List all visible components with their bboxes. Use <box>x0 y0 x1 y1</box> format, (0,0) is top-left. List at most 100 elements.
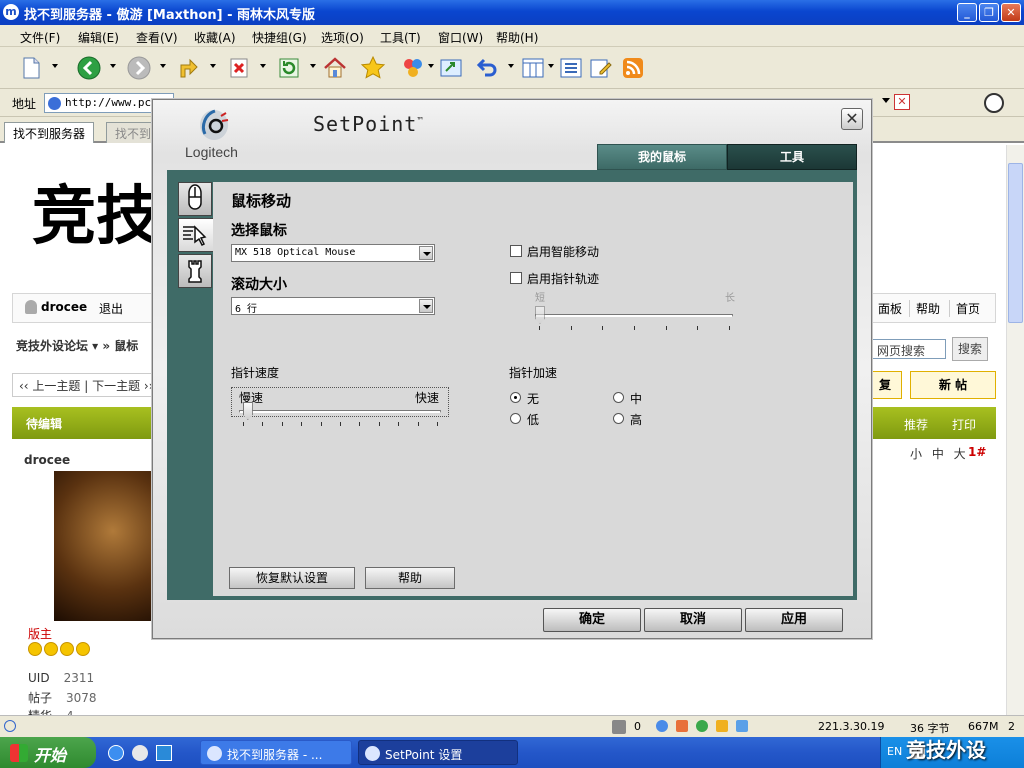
pointer-trail-checkbox[interactable] <box>510 272 522 284</box>
restore-default-button[interactable]: 恢复默认设置 <box>229 567 355 589</box>
help-button[interactable]: 帮助 <box>365 567 455 589</box>
menu-groups[interactable]: 快捷组(G) <box>252 29 307 46</box>
task-browser[interactable]: 找不到服务器 - ... <box>200 740 352 765</box>
slider-tick <box>417 422 419 426</box>
breadcrumb[interactable]: 竞技外设论坛 ▾ » 鼠标 <box>16 337 138 354</box>
menu-favorites[interactable]: 收藏(A) <box>194 29 236 46</box>
topic-pager[interactable]: ‹‹ 上一主题 | 下一主题 ›› <box>12 373 162 397</box>
logout-link[interactable]: 退出 <box>99 300 123 317</box>
new-page-icon[interactable] <box>18 55 44 81</box>
cancel-button[interactable]: 取消 <box>644 608 742 632</box>
restore-button[interactable]: ❐ <box>979 3 999 22</box>
task-setpoint[interactable]: SetPoint 设置 <box>358 740 518 765</box>
apply-button[interactable]: 应用 <box>745 608 843 632</box>
proxy-icon[interactable] <box>696 720 708 732</box>
accel-low-radio[interactable] <box>510 413 521 424</box>
tab-my-mouse[interactable]: 我的鼠标 <box>597 144 727 170</box>
close-window-button[interactable]: ✕ <box>1001 3 1021 22</box>
popup-icon[interactable] <box>676 720 688 732</box>
print-link[interactable]: 打印 <box>952 416 976 433</box>
close-search-icon[interactable]: ✕ <box>894 94 910 110</box>
search-scope-select[interactable]: 网页搜索 <box>872 339 946 359</box>
slider-tick <box>634 326 635 330</box>
menu-tools[interactable]: 工具(T) <box>380 29 421 46</box>
menu-help[interactable]: 帮助(H) <box>496 29 538 46</box>
back-icon[interactable] <box>76 55 102 81</box>
pointer-speed-label: 指针速度 <box>231 366 280 380</box>
scroll-size-dropdown[interactable]: 6 行 <box>231 297 435 315</box>
minimize-button[interactable]: _ <box>957 3 977 22</box>
trail-long-label: 长 <box>725 293 735 304</box>
scrollbar-thumb[interactable] <box>1008 163 1023 323</box>
network-icon[interactable] <box>656 720 668 732</box>
accel-high-radio[interactable] <box>613 413 624 424</box>
globe-icon <box>48 97 61 110</box>
address-dropdown-icon[interactable] <box>882 98 890 103</box>
refresh-icon[interactable] <box>276 55 302 81</box>
new-post-button[interactable]: 新 帖 <box>910 371 996 399</box>
list-view-icon[interactable] <box>558 55 584 81</box>
slider-tick <box>602 326 604 330</box>
ie-icon[interactable] <box>108 745 124 761</box>
accel-medium-label: 中 <box>630 392 643 406</box>
flash-icon[interactable] <box>716 720 728 732</box>
tab-server-not-found[interactable]: 找不到服务器 <box>4 122 95 143</box>
help-link[interactable]: 帮助 <box>909 300 940 317</box>
username-link[interactable]: drocee <box>41 300 87 314</box>
slider-tick <box>281 422 283 426</box>
ip-address: 221.3.30.19 <box>818 720 885 733</box>
accel-label: 指针加速 <box>509 366 558 380</box>
sidebar-toggle-icon[interactable] <box>736 720 748 732</box>
groups-icon[interactable] <box>400 55 426 81</box>
select-mouse-dropdown[interactable]: MX 518 Optical Mouse <box>231 244 435 262</box>
slider-tick <box>320 422 322 426</box>
close-icon[interactable]: ✕ <box>841 108 863 130</box>
slider-tick <box>340 422 341 426</box>
forward-icon[interactable] <box>126 55 152 81</box>
game-mode-chess-icon[interactable] <box>178 254 212 288</box>
font-size-switch[interactable]: 小 中 大 <box>910 445 969 462</box>
maxthon-icon: m <box>3 4 19 20</box>
home-link[interactable]: 首页 <box>949 300 980 317</box>
menu-file[interactable]: 文件(F) <box>20 29 60 46</box>
taskbar: 开始 找不到服务器 - ... SetPoint 设置 EN ? <box>0 737 1024 768</box>
stop-icon[interactable] <box>226 55 252 81</box>
desktop-icon[interactable] <box>156 745 172 761</box>
pointer-speed-slider[interactable] <box>242 402 253 420</box>
trail-length-slider[interactable] <box>535 306 545 324</box>
undo-close-icon[interactable] <box>474 55 500 81</box>
recommend-link[interactable]: 推荐 <box>904 416 928 433</box>
tab-tools[interactable]: 工具 <box>727 144 857 170</box>
compass-icon[interactable] <box>984 93 1004 113</box>
logitech-eye-icon <box>199 108 229 142</box>
favorites-star-icon[interactable] <box>360 55 386 81</box>
post-author[interactable]: drocee <box>24 453 70 467</box>
column-view-icon[interactable] <box>520 55 546 81</box>
rss-icon[interactable] <box>620 55 646 81</box>
mouse-buttons-icon[interactable] <box>178 182 212 216</box>
blocked-count: 0 <box>634 720 641 733</box>
screen-capture-icon[interactable] <box>438 55 464 81</box>
trash-icon[interactable] <box>612 720 626 734</box>
edit-page-icon[interactable] <box>588 55 614 81</box>
start-button[interactable]: 开始 <box>0 737 96 768</box>
language-indicator[interactable]: EN <box>887 745 902 758</box>
page-scrollbar[interactable] <box>1006 145 1024 715</box>
reply-button[interactable]: 复 <box>868 371 902 399</box>
menu-options[interactable]: 选项(O) <box>321 29 364 46</box>
accel-medium-radio[interactable] <box>613 392 624 403</box>
slider-tick <box>697 326 699 330</box>
panel-link[interactable]: 面板 <box>871 300 902 317</box>
ok-button[interactable]: 确定 <box>543 608 641 632</box>
up-icon[interactable] <box>176 55 202 81</box>
menu-edit[interactable]: 编辑(E) <box>78 29 119 46</box>
home-icon[interactable] <box>322 55 348 81</box>
menu-view[interactable]: 查看(V) <box>136 29 178 46</box>
maxthon-quick-icon[interactable] <box>132 745 148 761</box>
accel-none-radio[interactable] <box>510 392 521 403</box>
speed-fast-label: 快速 <box>415 391 440 405</box>
menu-window[interactable]: 窗口(W) <box>438 29 483 46</box>
slider-tick <box>570 326 572 330</box>
search-button[interactable]: 搜索 <box>952 337 988 361</box>
smart-move-checkbox[interactable] <box>510 245 522 257</box>
